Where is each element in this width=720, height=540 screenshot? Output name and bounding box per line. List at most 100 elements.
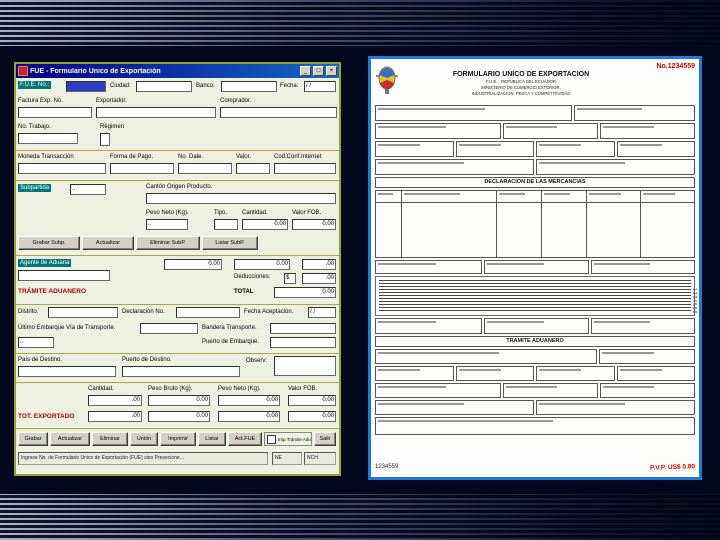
canton-input[interactable] (146, 193, 336, 204)
close-button[interactable]: × (326, 66, 337, 76)
cantidad-total-input[interactable]: .00 (88, 395, 142, 406)
agente-valor3-input[interactable]: .00 (302, 259, 336, 270)
scan-subtitle-2: MINISTERIO DE COMERCIO EXTERIOR, (481, 84, 561, 90)
peso-bruto-input[interactable]: 0.00 (148, 395, 210, 406)
peso-neto-total-label: Peso Neto (Kg). (218, 386, 261, 392)
cantidad-total-label: Cantidad. (88, 386, 114, 392)
tipo-input[interactable] (214, 219, 238, 230)
valor-fob-total-label: Valor FOB. (288, 386, 318, 392)
form-field-box (536, 400, 695, 415)
valor-input[interactable] (236, 163, 270, 174)
grabar-subp-button[interactable]: Grabar Subp. (18, 236, 80, 250)
distrito-input[interactable] (48, 307, 118, 318)
fue-no-input[interactable] (66, 81, 106, 92)
no-trabajo-input[interactable] (18, 133, 78, 144)
observ-input[interactable] (274, 356, 336, 376)
banco-label: Banco: (196, 83, 215, 89)
tramite-aduanero-title: TRÁMITE ADUANERO (18, 288, 87, 295)
eliminar-subp-button[interactable]: Eliminar SubP. (136, 236, 200, 250)
form-field-box (536, 141, 615, 157)
no-dale-input[interactable] (178, 163, 232, 174)
fue-window: FUE - Formulario Unico de Exportación _ … (14, 62, 341, 476)
cantidad-input[interactable]: 0.00 (242, 219, 288, 230)
peso-neto-total-input[interactable]: 0.00 (218, 395, 280, 406)
comprador-input[interactable] (220, 107, 337, 118)
subpartida-input[interactable]: .. (70, 184, 106, 195)
puerto-embarque-input[interactable] (270, 337, 336, 348)
form-field-box (590, 318, 695, 334)
via-transporte-input[interactable] (140, 323, 198, 334)
total-input[interactable]: 0.00 (274, 287, 336, 298)
pais-destino-input[interactable] (18, 366, 116, 377)
form-field-box (503, 383, 598, 398)
form-field-box (375, 141, 454, 157)
imp-tramite-label: Imp.Trámite Aduanero (278, 436, 311, 442)
factura-label: Factura Exp. No. (18, 98, 64, 104)
embarque-code-input[interactable]: .. (18, 337, 54, 348)
divider (16, 382, 339, 383)
salir-button[interactable]: Salir (314, 432, 336, 446)
forma-pago-input[interactable] (110, 163, 174, 174)
peso-neto-input[interactable]: .. (146, 219, 188, 230)
union-button[interactable]: Unión (130, 432, 158, 446)
agente-valor1-input[interactable]: 0.00 (164, 259, 222, 270)
listar-subp-button[interactable]: Listar SubP. (202, 236, 258, 250)
actualizar-button[interactable]: Actualizar (50, 432, 90, 446)
slide-bottom-stripes (0, 494, 720, 540)
declaracion-input[interactable] (176, 307, 240, 318)
imp-tramite-checkbox[interactable] (267, 434, 276, 444)
moneda-label: Moneda Transacción (18, 154, 74, 160)
regimen-input[interactable] (100, 133, 110, 146)
scan-section-declaracion: DECLARACION DE LAS MERCANCIAS (375, 177, 695, 188)
divider (16, 150, 339, 151)
valor-fob-input[interactable]: 0.00 (292, 219, 336, 230)
subpartida-label: Subpartida (18, 184, 52, 192)
window-titlebar[interactable]: FUE - Formulario Unico de Exportación _ … (16, 64, 339, 78)
divider (16, 255, 339, 256)
deducciones-input[interactable]: .00 (302, 273, 336, 284)
scan-title: FORMULARIO UNICO DE EXPORTACION (452, 70, 590, 78)
table-column (641, 191, 694, 257)
fecha-acept-input[interactable]: / / (308, 307, 336, 318)
tot-valor-fob-input[interactable]: 0.00 (288, 411, 336, 422)
imp-tramite-checkbox-group[interactable]: Imp.Trámite Aduanero (264, 432, 312, 446)
deducciones-currency-box[interactable]: $ (284, 273, 296, 284)
puerto-destino-input[interactable] (122, 366, 240, 377)
exportador-input[interactable] (96, 107, 216, 118)
cod-conf-input[interactable] (274, 163, 336, 174)
scan-page: FORMULARIO UNICO DE EXPORTACION F.U.E. -… (375, 63, 697, 473)
listar-button[interactable]: Listar (198, 432, 226, 446)
moneda-input[interactable] (18, 163, 106, 174)
agente-input[interactable] (18, 270, 110, 281)
ultimo-embarque-label: Último Embarque Vía de Transporte. (18, 325, 116, 331)
tot-peso-neto-input[interactable]: 0.00 (218, 411, 280, 422)
forma-pago-label: Forma de Pago. (110, 154, 154, 160)
minimize-button[interactable]: _ (300, 66, 311, 76)
tot-peso-bruto-input[interactable]: 0.00 (148, 411, 210, 422)
ciudad-input[interactable] (136, 81, 192, 92)
valor-fob-total-input[interactable]: 0.00 (288, 395, 336, 406)
bandera-input[interactable] (270, 323, 336, 334)
tot-cantidad-input[interactable]: .00 (88, 411, 142, 422)
actualizar-subp-button[interactable]: Actualizar (82, 236, 134, 250)
banco-input[interactable] (221, 81, 277, 92)
scan-footer: 1234559 P.V.P. US$ 0.80 (375, 461, 695, 473)
scan-field-row (375, 366, 695, 381)
fecha-input[interactable]: / / (304, 81, 336, 92)
agente-valor2-input[interactable]: 0.00 (234, 259, 290, 270)
scan-field-row (375, 123, 695, 139)
app-icon (18, 66, 28, 76)
eliminar-button[interactable]: Eliminar (92, 432, 128, 446)
scan-form-number: No.1234559 (656, 63, 695, 70)
maximize-button[interactable]: □ (313, 66, 324, 76)
grabar-button[interactable]: Grabar (18, 432, 48, 446)
scan-serial-number: 1234559 (375, 464, 399, 470)
factura-input[interactable] (18, 107, 92, 118)
distrito-label: Distrito. (18, 309, 39, 315)
form-field-box (536, 159, 695, 175)
act-fue-button[interactable]: Act.FUE (228, 432, 262, 446)
scan-subtitle-3: INDUSTRIALIZACION, PESCA Y COMPETITIVIDA… (471, 90, 571, 96)
form-field-box (503, 123, 598, 139)
imprimir-button[interactable]: Imprimir (160, 432, 196, 446)
scan-field-row (375, 260, 695, 274)
